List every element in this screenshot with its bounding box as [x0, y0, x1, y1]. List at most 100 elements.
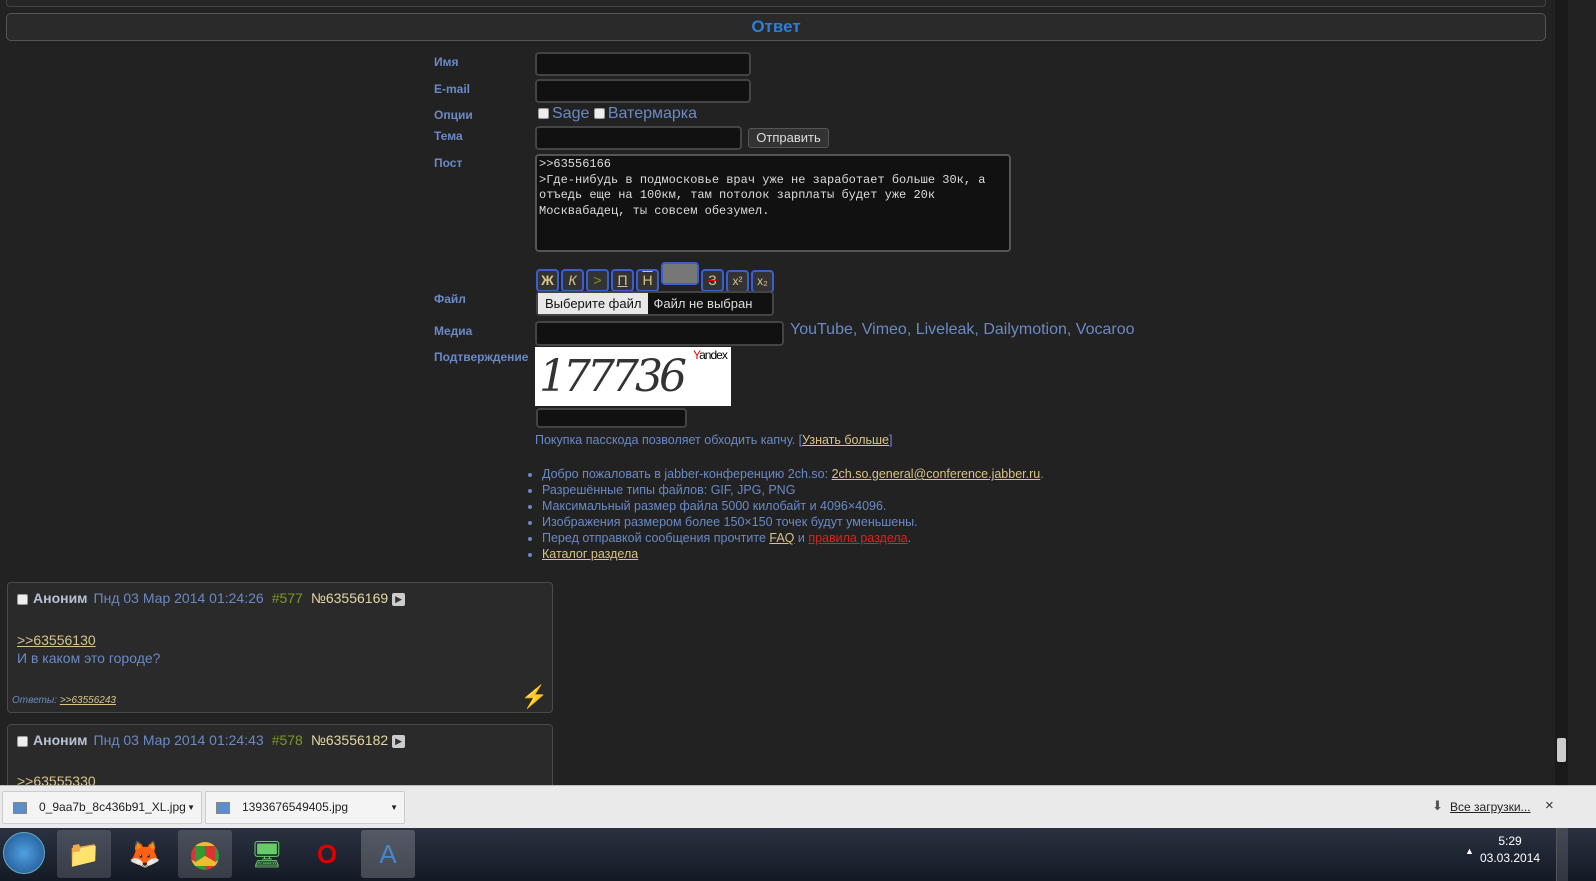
subject-input[interactable] — [535, 126, 742, 150]
download-filename: 1393676549405.jpg — [242, 800, 349, 814]
markup-toolbar: Ж К > П Н Зx² x₂ — [536, 262, 776, 293]
rule-end: . — [907, 531, 912, 545]
terminal-icon[interactable]: 🖥 — [240, 830, 294, 878]
scrollbar-thumb[interactable] — [1557, 738, 1566, 762]
captcha-input[interactable] — [536, 408, 687, 428]
explorer-icon[interactable]: 📁 — [57, 830, 111, 878]
download-item[interactable]: 0_9aa7b_8c436b91_XL.jpg ▼ — [2, 791, 202, 824]
file-status: Файл не выбран — [653, 296, 753, 311]
start-button[interactable] — [3, 832, 45, 874]
downloads-bar: 0_9aa7b_8c436b91_XL.jpg ▼ 1393676549405.j… — [0, 785, 1596, 828]
clock-date: 03.03.2014 — [1480, 851, 1541, 865]
play-icon[interactable]: ▶ — [392, 734, 406, 748]
tray-expand-icon[interactable]: ▲ — [1465, 846, 1474, 856]
post-author: Аноним — [33, 732, 88, 748]
watermark-checkbox[interactable] — [593, 108, 605, 120]
sage-checkbox[interactable] — [538, 108, 549, 120]
overline-button[interactable]: Н — [636, 269, 659, 292]
captcha-brand: Yandex — [693, 348, 728, 362]
rules-list: Добро пожаловать в jabber-конференцию 2c… — [542, 466, 1044, 562]
rule-text: и — [794, 531, 809, 545]
underline-button[interactable]: П — [611, 269, 634, 292]
quote-button[interactable]: > — [586, 269, 609, 292]
post-select-checkbox[interactable] — [17, 593, 28, 605]
captcha-label: Подтверждение — [434, 350, 529, 364]
all-downloads-link[interactable]: Все загрузки... — [1450, 800, 1531, 814]
choose-file-button[interactable]: Выберите файл — [538, 293, 649, 314]
download-filename: 0_9aa7b_8c436b91_XL.jpg — [39, 800, 186, 814]
post-author: Аноним — [33, 590, 88, 606]
scrollbar[interactable] — [1555, 0, 1568, 785]
rule-text: Добро пожаловать в jabber-конференцию 2c… — [542, 467, 832, 481]
post-number[interactable]: №63556182 — [311, 732, 388, 748]
sage-label[interactable]: Sage — [552, 105, 589, 122]
download-item[interactable]: 1393676549405.jpg ▼ — [205, 791, 405, 824]
post-label: Пост — [434, 156, 463, 170]
clock-time: 5:29 — [1498, 834, 1522, 848]
strike-button[interactable]: З — [701, 269, 724, 292]
post-index: #577 — [271, 590, 303, 606]
bold-button[interactable]: Ж — [536, 269, 559, 292]
reply-link[interactable]: >>63556130 — [17, 632, 96, 648]
file-input[interactable]: Выберите файл Файл не выбран — [536, 291, 774, 316]
passcode-link[interactable]: Узнать больше — [802, 433, 889, 447]
rule-end: . — [1040, 467, 1044, 481]
dropdown-icon[interactable]: ▼ — [390, 792, 398, 823]
captcha-text: 177736 — [539, 351, 687, 402]
post-number[interactable]: №63556169 — [311, 590, 388, 606]
opera-icon[interactable]: O — [300, 830, 354, 878]
captcha-image[interactable]: Yandex 177736 — [535, 347, 731, 406]
rule-item: Изображения размером более 150×150 точек… — [542, 514, 1044, 530]
taskbar: 📁 🦊 🖥 O A ▲ 5:29 03.03.2014 — [0, 828, 1596, 881]
rule-text: Перед отправкой сообщения прочтите — [542, 531, 770, 545]
download-arrow-icon: ⬇ — [1432, 798, 1443, 813]
post-select-checkbox[interactable] — [17, 735, 28, 747]
post-textarea[interactable] — [535, 154, 1011, 252]
post-date: Пнд 03 Мар 2014 01:24:26 — [93, 590, 264, 606]
faq-link[interactable]: FAQ — [769, 531, 794, 545]
clock[interactable]: 5:29 03.03.2014 — [1480, 833, 1540, 867]
email-label: E-mail — [434, 82, 471, 96]
dropdown-icon[interactable]: ▼ — [187, 792, 195, 823]
image-file-icon — [13, 802, 27, 814]
name-label: Имя — [434, 55, 459, 69]
post-text: И в каком это городе? — [17, 650, 161, 666]
passcode-text: Покупка пасскода позволяет обходить капч… — [535, 433, 803, 447]
rule-item: Разрешённые типы файлов: GIF, JPG, PNG — [542, 482, 1044, 498]
italic-button[interactable]: К — [561, 269, 584, 292]
previous-panel — [6, 0, 1546, 7]
wordpad-icon[interactable]: A — [361, 830, 415, 878]
file-label: Файл — [434, 292, 466, 306]
watermark-label[interactable]: Ватермарка — [608, 105, 697, 122]
chrome-icon[interactable] — [178, 830, 232, 878]
post-date: Пнд 03 Мар 2014 01:24:43 — [93, 732, 264, 748]
superscript-button[interactable]: x² — [726, 270, 749, 293]
lightning-icon[interactable]: ⚡ — [521, 684, 548, 710]
rule-item: Максимальный размер файла 5000 килобайт … — [542, 498, 1044, 514]
subscript-button[interactable]: x₂ — [751, 270, 774, 293]
answer-link[interactable]: >>63556243 — [60, 695, 116, 706]
submit-button[interactable]: Отправить — [748, 128, 829, 148]
post: Аноним Пнд 03 Мар 2014 01:24:43 #578 №63556… — [7, 724, 553, 794]
close-downloads-button[interactable]: × — [1545, 797, 1554, 814]
media-services: YouTube, Vimeo, Liveleak, Dailymotion, V… — [790, 321, 1135, 338]
rule-item: Добро пожаловать в jabber-конференцию 2c… — [542, 466, 1044, 482]
name-input[interactable] — [535, 52, 751, 76]
email-input[interactable] — [535, 79, 751, 103]
media-label: Медиа — [434, 324, 473, 338]
play-icon[interactable]: ▶ — [392, 592, 406, 606]
show-desktop-button[interactable] — [1556, 828, 1568, 881]
image-file-icon — [216, 802, 230, 814]
rule-item: Каталог раздела — [542, 546, 1044, 562]
answers-label: Ответы: — [12, 695, 58, 706]
reply-header[interactable]: Ответ — [6, 13, 1546, 41]
board-rules-link[interactable]: правила раздела — [808, 531, 907, 545]
catalog-link[interactable]: Каталог раздела — [542, 547, 638, 561]
jabber-link[interactable]: 2ch.so.general@conference.jabber.ru — [832, 467, 1041, 481]
subject-label: Тема — [434, 129, 463, 143]
media-input[interactable] — [535, 321, 784, 346]
post-index: #578 — [271, 732, 303, 748]
spoiler-button[interactable] — [661, 262, 699, 285]
options-label: Опции — [434, 108, 473, 122]
foobar-icon[interactable]: 🦊 — [118, 830, 172, 878]
